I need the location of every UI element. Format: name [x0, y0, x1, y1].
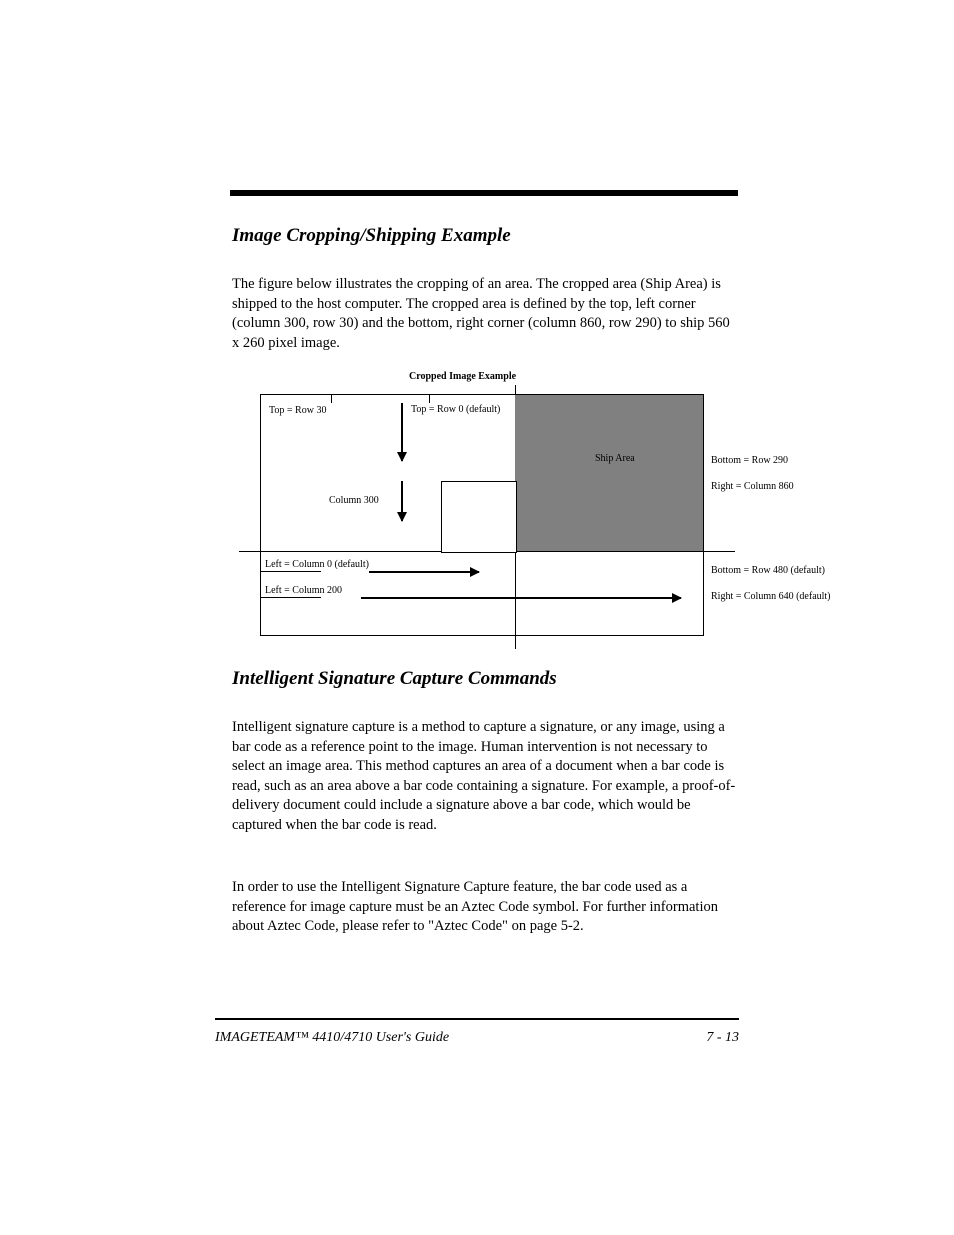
page: Image Cropping/Shipping Example The figu… [0, 0, 954, 1235]
label-bottom-row480: Bottom = Row 480 (default) [711, 565, 825, 576]
horizontal-rule-top [230, 190, 738, 196]
diagram-title: Cropped Image Example [409, 371, 516, 382]
crop-diagram: Top = Row 30 Top = Row 0 (default) Colum… [260, 394, 704, 636]
ship-area [515, 395, 703, 551]
heading-cropping: Image Cropping/Shipping Example [232, 225, 511, 247]
label-left-col0: Left = Column 0 (default) [265, 559, 369, 570]
label-right-col860: Right = Column 860 [711, 481, 794, 492]
label-bottom-row290: Bottom = Row 290 [711, 455, 788, 466]
label-left-col200: Left = Column 200 [265, 585, 342, 596]
axis-tick [515, 635, 516, 649]
label-top-row0: Top = Row 0 (default) [411, 404, 500, 415]
horizontal-rule-bottom [215, 1018, 739, 1020]
tick [331, 395, 332, 403]
axis-tick [703, 551, 735, 552]
arrow-down-icon [401, 481, 403, 521]
arrow-right-icon [361, 597, 681, 599]
footer-right: 7 - 13 [706, 1030, 739, 1046]
label-right-col640: Right = Column 640 (default) [711, 591, 831, 602]
paragraph-signature-1: Intelligent signature capture is a metho… [232, 718, 740, 835]
paragraph-cropping: The figure below illustrates the croppin… [232, 275, 740, 353]
tick [261, 597, 321, 598]
axis-tick [239, 551, 261, 552]
tick [429, 395, 430, 403]
label-top-row30: Top = Row 30 [269, 405, 326, 416]
inner-box [441, 481, 517, 553]
arrow-down-icon [401, 403, 403, 461]
tick [261, 571, 321, 572]
label-column-300: Column 300 [329, 495, 379, 506]
paragraph-signature-2: In order to use the Intelligent Signatur… [232, 878, 740, 937]
label-ship-area: Ship Area [595, 453, 635, 464]
arrow-right-icon [369, 571, 479, 573]
heading-signature: Intelligent Signature Capture Commands [232, 668, 557, 690]
footer-left: IMAGETEAM™ 4410/4710 User's Guide [215, 1030, 449, 1046]
axis-tick [515, 385, 516, 395]
